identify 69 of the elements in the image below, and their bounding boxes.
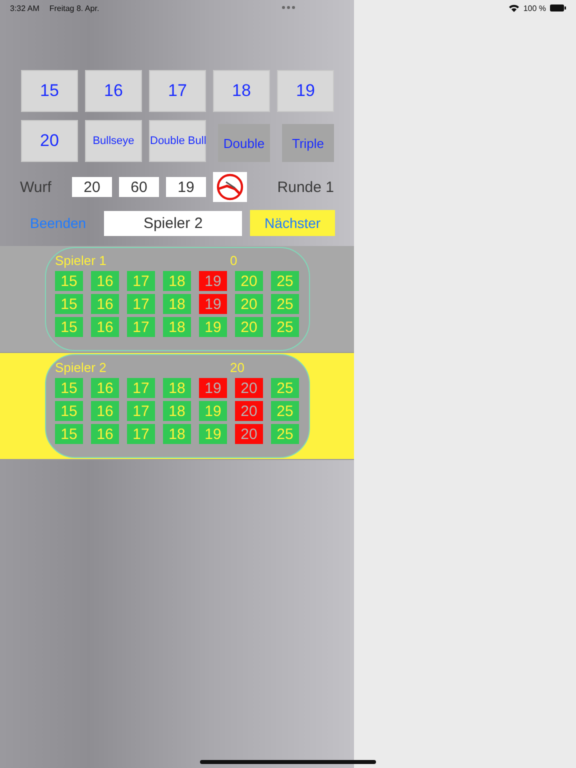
score-cell: 18 [163,378,191,398]
next-button[interactable]: Nächster [250,210,336,236]
score-button[interactable]: 18 [213,70,270,112]
score-cell: 19 [199,294,227,314]
status-time: 3:32 AM [10,4,40,12]
battery-icon [550,4,566,12]
wifi-icon [509,4,520,12]
score-cell: 17 [127,378,155,398]
score-cell: 15 [55,317,83,337]
score-cell: 15 [55,378,83,398]
score-cell: 15 [55,401,83,421]
score-cell: 19 [199,378,227,398]
score-cell: 16 [91,294,119,314]
toggle-button[interactable]: Triple [282,124,334,162]
score-cell: 18 [163,401,191,421]
score-cell: 17 [127,424,155,444]
score-cell: 18 [163,294,191,314]
score-cell: 20 [235,317,263,337]
score-button[interactable]: 15 [21,70,78,112]
score-cell: 15 [55,424,83,444]
score-cell: 25 [271,378,299,398]
score-cell: 20 [235,271,263,291]
player-score: 20 [230,360,244,374]
score-cell: 16 [91,424,119,444]
toggle-button[interactable]: Double [218,124,270,162]
score-cell: 18 [163,424,191,444]
score-cell: 15 [55,271,83,291]
score-button[interactable]: Bullseye [85,120,142,162]
score-cell: 19 [199,424,227,444]
score-cell: 20 [235,378,263,398]
score-cell: 25 [271,294,299,314]
score-cell: 20 [235,401,263,421]
player-field[interactable]: Spieler 2 [104,210,242,236]
score-cell: 17 [127,401,155,421]
player-name: Spieler 1 [55,252,108,268]
score-cell: 19 [199,317,227,337]
player-name: Spieler 2 [55,360,108,374]
score-cell: 16 [91,378,119,398]
throw-field[interactable]: 19 [166,177,206,197]
score-button[interactable]: Double Bull [149,120,206,162]
score-cell: 17 [127,271,155,291]
status-date: Freitag 8. Apr. [49,4,100,12]
score-cell: 25 [271,317,299,337]
score-cell: 17 [127,317,155,337]
score-button[interactable]: 19 [277,70,334,112]
throw-field[interactable]: 20 [72,177,112,197]
score-cell: 25 [271,424,299,444]
throw-field[interactable]: 60 [119,177,159,197]
score-button[interactable]: 17 [149,70,206,112]
score-cell: 16 [91,401,119,421]
score-cell: 25 [271,401,299,421]
score-button[interactable]: 20 [21,120,78,162]
score-cell: 16 [91,317,119,337]
score-cell: 20 [235,294,263,314]
score-button[interactable]: 16 [85,70,142,112]
battery-percent: 100 % [523,4,546,12]
score-cell: 17 [127,294,155,314]
score-cell: 20 [235,424,263,444]
player-score: 0 [230,252,238,268]
score-cell: 18 [163,317,191,337]
score-cell: 19 [199,401,227,421]
round-label: Runde 1 [277,178,334,196]
score-cell: 25 [271,271,299,291]
score-cell: 18 [163,271,191,291]
score-cell: 19 [199,271,227,291]
score-cell: 15 [55,294,83,314]
multitasking-icon[interactable] [282,6,295,9]
throw-label: Wurf [20,178,52,196]
score-cell: 16 [91,271,119,291]
